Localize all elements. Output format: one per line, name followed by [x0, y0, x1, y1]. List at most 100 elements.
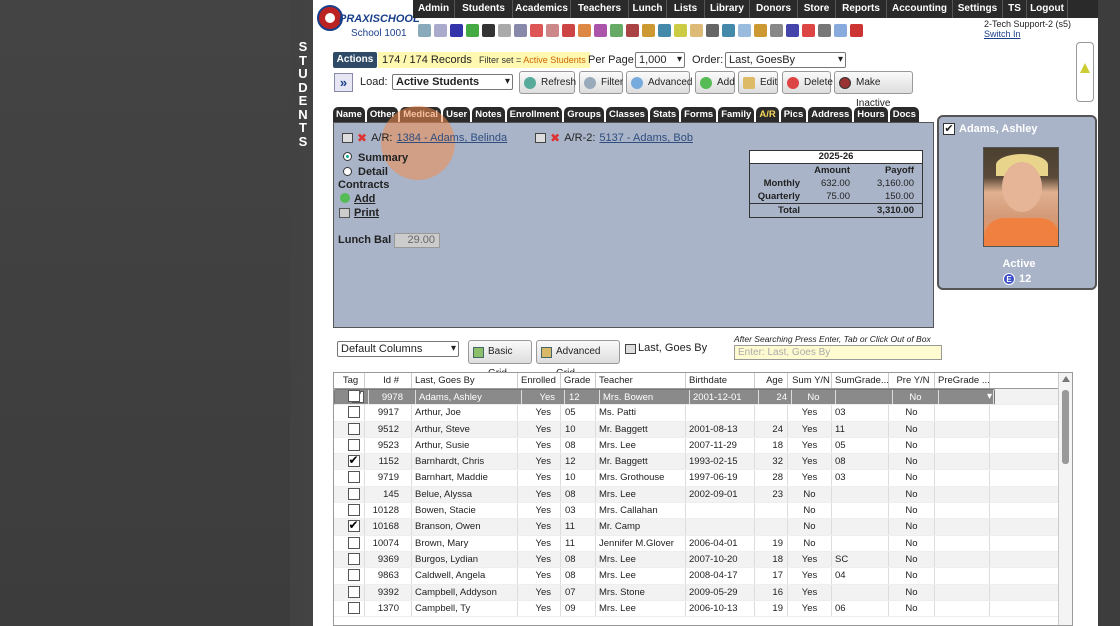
ar-remove-icon[interactable]: ✖ — [357, 131, 367, 145]
refresh-button[interactable]: Refresh — [519, 71, 576, 94]
side-scroll-tab[interactable] — [1076, 42, 1094, 102]
card-tag-checkbox[interactable]: ✔ — [943, 123, 955, 135]
quick-tool-icon[interactable] — [802, 23, 815, 37]
add-button[interactable]: Add — [695, 71, 735, 94]
quick-tool-icon[interactable] — [658, 23, 671, 37]
delete-button[interactable]: Delete — [782, 71, 833, 94]
column-header[interactable]: SumGrade... — [832, 373, 889, 388]
quick-tool-icon[interactable] — [450, 23, 463, 37]
detail-radio[interactable] — [343, 167, 352, 176]
table-row[interactable]: 9369 Burgos, Lydian Yes 08 Mrs. Lee 2007-10-2… — [334, 551, 1072, 569]
column-header[interactable]: Pre Y/N — [889, 373, 935, 388]
column-header[interactable]: Age — [755, 373, 788, 388]
tag-checkbox[interactable] — [347, 438, 360, 451]
column-header[interactable]: Last, Goes By — [412, 373, 518, 388]
nav-donors[interactable]: Donors — [750, 0, 798, 18]
tab-classes[interactable]: Classes — [606, 107, 648, 122]
quick-tool-icon[interactable] — [626, 23, 639, 37]
student-photo[interactable] — [983, 147, 1059, 247]
quick-tool-icon[interactable] — [482, 23, 495, 37]
expand-chevron-button[interactable]: » — [334, 73, 353, 92]
praxischool-logo[interactable]: PRAXISCHOOL School 1001 — [313, 0, 420, 42]
column-header[interactable]: Id # — [365, 373, 412, 388]
tag-checkbox[interactable] — [347, 504, 360, 517]
basic-grid-button[interactable]: Basic Grid — [468, 340, 532, 379]
quick-tool-icon[interactable] — [642, 23, 655, 37]
edit-button[interactable]: Edit — [738, 71, 778, 94]
nav-students[interactable]: Students — [455, 0, 513, 18]
actions-button[interactable]: Actions — [333, 52, 377, 68]
quick-tool-icon[interactable] — [674, 23, 687, 37]
nav-accounting[interactable]: Accounting — [887, 0, 953, 18]
nav-lists[interactable]: Lists — [667, 0, 705, 18]
tag-checkbox[interactable] — [347, 422, 360, 435]
nav-logout[interactable]: Logout — [1027, 0, 1068, 18]
quick-tool-icon[interactable] — [610, 23, 623, 37]
tab-stats[interactable]: Stats — [649, 107, 680, 122]
table-row[interactable]: 1370 Campbell, Ty Yes 09 Mrs. Lee 2006-10-13 1… — [334, 600, 1072, 618]
table-row[interactable]: 10168Branson, OwenYes11Mr. Camp No No — [334, 519, 1072, 536]
grid-scrollbar[interactable] — [1058, 373, 1072, 625]
nav-store[interactable]: Store — [798, 0, 836, 18]
tab-address[interactable]: Address — [808, 107, 853, 122]
table-row[interactable]: 9392 Campbell, Addyson Yes 07 Mrs. Stone 2009… — [334, 584, 1072, 601]
nav-academics[interactable]: Academics — [513, 0, 571, 18]
nav-teachers[interactable]: Teachers — [571, 0, 629, 18]
column-header[interactable]: Grade — [561, 373, 596, 388]
table-row[interactable]: 9863 Caldwell, Angela Yes 08 Mrs. Lee 2008-04… — [334, 568, 1072, 585]
quick-tool-icon[interactable] — [434, 23, 447, 37]
contract-add-icon[interactable] — [340, 193, 350, 203]
quick-tool-icon[interactable] — [770, 23, 783, 37]
quick-tool-icon[interactable] — [514, 23, 527, 37]
nav-reports[interactable]: Reports — [836, 0, 887, 18]
quick-tool-icon[interactable] — [578, 23, 591, 37]
tag-checkbox[interactable] — [347, 454, 360, 468]
quick-tool-icon[interactable] — [754, 23, 767, 37]
quick-tool-icon[interactable] — [818, 23, 831, 37]
quick-tool-icon[interactable] — [418, 23, 431, 37]
advanced-grid-button[interactable]: Advanced Grid — [536, 340, 620, 379]
quick-tool-icon[interactable] — [706, 23, 719, 37]
order-select[interactable]: Last, GoesBy — [725, 52, 846, 68]
tag-checkbox[interactable] — [347, 471, 360, 484]
ar-calendar-icon[interactable] — [342, 133, 353, 143]
quick-tool-icon[interactable] — [530, 23, 543, 37]
quick-tool-icon[interactable] — [690, 23, 703, 37]
ar1-link[interactable]: 1384 - Adams, Belinda — [396, 132, 507, 144]
quick-tool-icon[interactable] — [498, 23, 511, 37]
column-header[interactable]: Birthdate — [686, 373, 755, 388]
table-row[interactable]: 9719 Barnhart, Maddie Yes 10 Mrs. Grothouse 1… — [334, 470, 1072, 487]
quick-tool-icon[interactable] — [562, 23, 575, 37]
contract-add-link[interactable]: Add — [354, 193, 375, 205]
table-row[interactable]: 9523 Arthur, Susie Yes 08 Mrs. Lee 2007-11-29… — [334, 437, 1072, 455]
switch-in-link[interactable]: Switch In — [984, 29, 1096, 39]
column-header[interactable]: PreGrade ... — [935, 373, 990, 388]
tag-checkbox[interactable] — [347, 406, 360, 419]
tag-checkbox[interactable] — [347, 390, 360, 402]
quick-tool-icon[interactable] — [786, 23, 799, 37]
quick-tool-icon[interactable] — [722, 23, 735, 37]
filter-button[interactable]: Filter — [579, 71, 623, 94]
tag-checkbox[interactable] — [347, 585, 360, 598]
table-row[interactable]: 9917 Arthur, Joe Yes 05 Ms. Patti Yes 03 No — [334, 405, 1072, 422]
columns-select[interactable]: Default Columns — [337, 341, 459, 357]
tag-checkbox[interactable] — [347, 601, 360, 614]
tab-family[interactable]: Family — [718, 107, 755, 122]
tab-groups[interactable]: Groups — [564, 107, 605, 122]
tag-checkbox[interactable] — [347, 519, 360, 533]
nav-lunch[interactable]: Lunch — [629, 0, 667, 18]
tab-notes[interactable]: Notes — [472, 107, 505, 122]
printer-icon[interactable] — [339, 208, 350, 218]
ar2-link[interactable]: 5137 - Adams, Bob — [599, 132, 693, 144]
nav-ts[interactable]: TS — [1003, 0, 1027, 18]
scroll-thumb[interactable] — [1062, 390, 1069, 464]
tag-checkbox[interactable] — [347, 569, 360, 582]
table-row[interactable]: 10128 Bowen, Stacie Yes 03 Mrs. Callahan No No — [334, 503, 1072, 520]
table-row[interactable]: 10074 Brown, Mary Yes 11 Jennifer M.Glover 20… — [334, 535, 1072, 552]
tab-a-r[interactable]: A/R — [756, 107, 779, 122]
tab-pics[interactable]: Pics — [780, 107, 807, 122]
quick-tool-icon[interactable] — [546, 23, 559, 37]
load-select[interactable]: Active Students — [392, 74, 513, 90]
advanced-button[interactable]: Advanced — [626, 71, 692, 94]
nav-admin[interactable]: Admin — [413, 0, 455, 18]
